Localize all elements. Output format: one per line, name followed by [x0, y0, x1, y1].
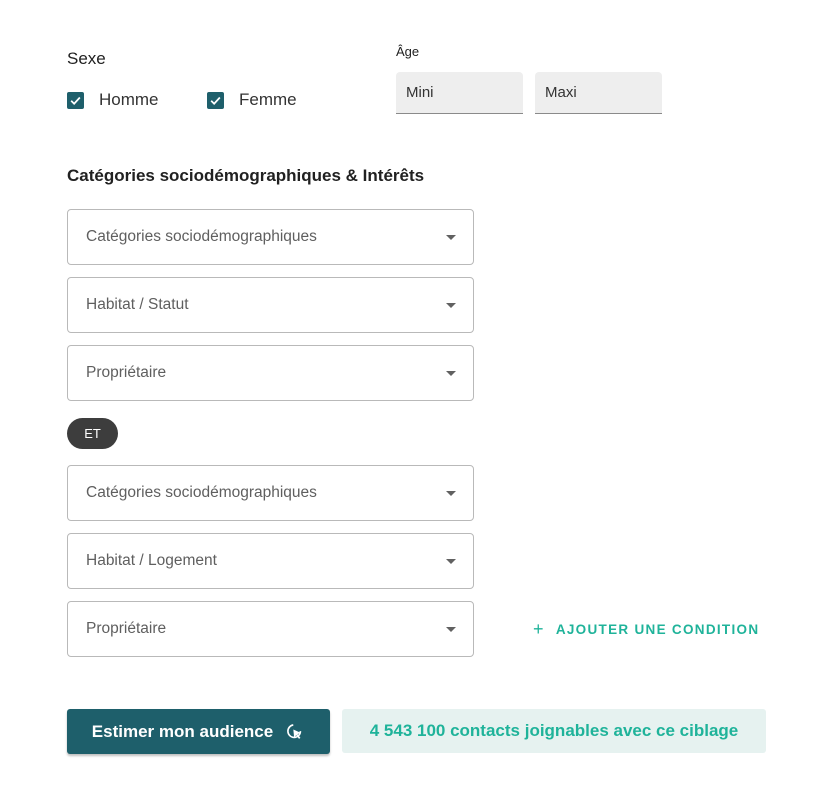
dropdown-caret-icon	[446, 234, 456, 240]
select-proprietaire-2[interactable]: Propriétaire	[67, 601, 474, 657]
select-categories-2[interactable]: Catégories sociodémographiques	[67, 465, 474, 521]
age-max-input[interactable]: Maxi	[535, 72, 662, 114]
select-value: Propriétaire	[86, 364, 167, 381]
dropdown-caret-icon	[446, 490, 456, 496]
estimate-audience-button[interactable]: Estimer mon audience	[67, 709, 330, 754]
add-condition-label: AJOUTER UNE CONDITION	[555, 621, 760, 637]
checkbox-homme[interactable]: Homme	[67, 90, 159, 110]
select-value: Habitat / Statut	[86, 296, 189, 313]
dropdown-caret-icon	[446, 370, 456, 376]
cursor-click-icon	[287, 723, 302, 739]
audience-result: 4 543 100 contacts joignables avec ce ci…	[342, 709, 766, 753]
checkbox-checked-icon[interactable]	[67, 91, 84, 109]
operator-chip[interactable]: ET	[67, 418, 118, 449]
dropdown-caret-icon	[446, 302, 456, 308]
select-habitat-1[interactable]: Habitat / Statut	[67, 277, 474, 333]
sexe-label: Sexe	[67, 49, 106, 68]
plus-icon: +	[533, 619, 545, 639]
age-label: Âge	[396, 44, 420, 59]
add-condition-button[interactable]: + AJOUTER UNE CONDITION	[533, 620, 759, 638]
categories-title: Catégories sociodémographiques & Intérêt…	[67, 166, 425, 185]
select-value: Propriétaire	[86, 620, 167, 637]
select-value: Catégories sociodémographiques	[86, 484, 317, 501]
select-value: Habitat / Logement	[86, 552, 217, 569]
select-value: Catégories sociodémographiques	[86, 228, 317, 245]
dropdown-caret-icon	[446, 626, 456, 632]
checkbox-homme-label[interactable]: Homme	[99, 90, 159, 110]
checkbox-checked-icon[interactable]	[207, 91, 224, 109]
dropdown-caret-icon	[446, 558, 456, 564]
select-proprietaire-1[interactable]: Propriétaire	[67, 345, 474, 401]
checkbox-femme-label[interactable]: Femme	[239, 90, 297, 110]
checkbox-femme[interactable]: Femme	[207, 90, 297, 110]
select-categories-1[interactable]: Catégories sociodémographiques	[67, 209, 474, 265]
age-min-input[interactable]: Mini	[396, 72, 523, 114]
estimate-audience-label: Estimer mon audience	[91, 721, 274, 741]
select-habitat-2[interactable]: Habitat / Logement	[67, 533, 474, 589]
